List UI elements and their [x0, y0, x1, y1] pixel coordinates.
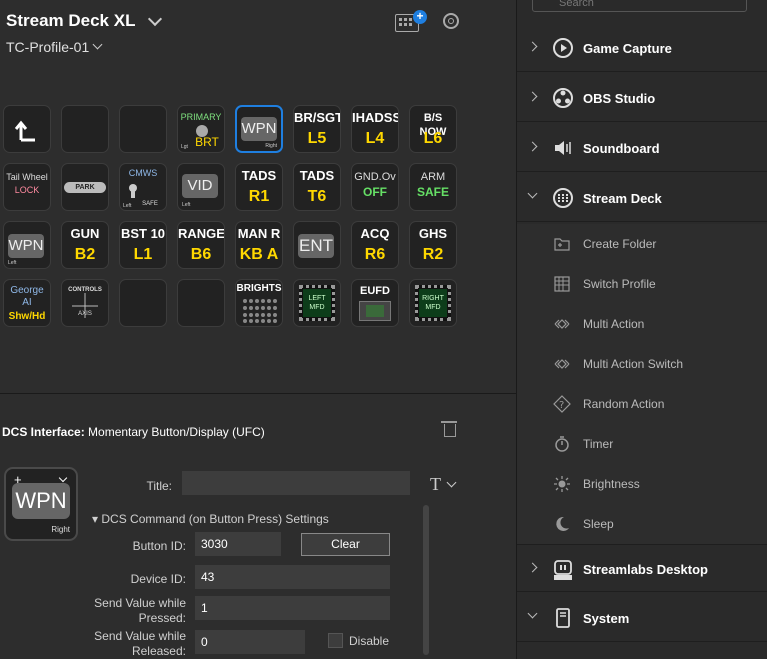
gear-icon[interactable] [443, 13, 459, 29]
key-ihadss[interactable]: IHADSS L4 [351, 105, 399, 153]
category-obs-studio[interactable]: OBS Studio [517, 74, 767, 122]
chevron-down-icon[interactable] [58, 473, 68, 483]
disable-checkbox[interactable] [328, 633, 343, 648]
add-badge-icon[interactable]: + [413, 10, 427, 24]
key-gun[interactable]: GUN B2 [61, 221, 109, 269]
key-primary-brt[interactable]: PRIMARY BRT Lgt [177, 105, 225, 153]
key-george-ai[interactable]: George AI Shw/Hd [3, 279, 51, 327]
action-sleep[interactable]: Sleep [517, 504, 767, 544]
actions-sidebar: Search Game Capture OBS Studio Soundboar… [516, 0, 767, 659]
button-id-label: Button ID: [132, 539, 186, 553]
key-tads-t6[interactable]: TADS T6 [293, 163, 341, 211]
action-create-folder[interactable]: Create Folder [517, 224, 767, 264]
inspector-title: DCS Interface: Momentary Button/Display … [2, 425, 265, 439]
trash-icon[interactable] [441, 421, 457, 437]
key-preview[interactable]: + WPN Right [4, 467, 78, 541]
svg-text:?: ? [559, 400, 564, 411]
multi-action-switch-icon [554, 359, 570, 369]
key-ent[interactable]: ENT [293, 221, 341, 269]
chevron-down-icon[interactable] [92, 39, 103, 50]
category-streamlabs[interactable]: Streamlabs Desktop [517, 544, 767, 592]
obs-icon [553, 88, 573, 108]
key-arm[interactable]: ARM SAFE [409, 163, 457, 211]
streamlabs-icon [554, 560, 572, 580]
key-tads-r1[interactable]: TADS R1 [235, 163, 283, 211]
key-brights[interactable]: BRIGHTS [235, 279, 283, 327]
category-soundboard[interactable]: Soundboard [517, 124, 767, 172]
key-br-sgt[interactable]: BR/SGT L5 [293, 105, 341, 153]
key-eufd[interactable]: EUFD [351, 279, 399, 327]
moon-icon [556, 516, 569, 531]
key-empty[interactable] [119, 105, 167, 153]
key-back[interactable] [3, 105, 51, 153]
action-multi-action[interactable]: Multi Action [517, 304, 767, 344]
section-header[interactable]: ▾ DCS Command (on Button Press) Settings [92, 512, 329, 526]
key-controls-axis[interactable]: CONTROLS AXIS [61, 279, 109, 327]
key-empty[interactable] [119, 279, 167, 327]
action-switch-profile[interactable]: Switch Profile [517, 264, 767, 304]
chevron-down-icon[interactable] [446, 477, 457, 488]
button-matrix-icon [243, 299, 277, 323]
category-game-capture[interactable]: Game Capture [517, 24, 767, 72]
key-ghs[interactable]: GHS R2 [409, 221, 457, 269]
brightness-icon [554, 476, 570, 492]
send-pressed-label: Send Value while Pressed: [94, 596, 186, 625]
play-circle-icon [553, 38, 573, 58]
key-gnd-ov[interactable]: GND.Ov OFF [351, 163, 399, 211]
divider [0, 393, 516, 394]
device-title[interactable]: Stream Deck XL [6, 11, 135, 31]
back-arrow-icon [14, 120, 35, 142]
timer-icon [555, 436, 569, 452]
key-empty[interactable] [177, 279, 225, 327]
device-id-input[interactable]: 43 [195, 565, 390, 589]
key-right-mfd[interactable]: RIGHT MFD [409, 279, 457, 327]
speaker-icon [555, 141, 571, 155]
key-vid[interactable]: VID Left [177, 163, 225, 211]
preview-label: WPN [12, 483, 70, 519]
key-left-mfd[interactable]: LEFT MFD [293, 279, 341, 327]
key-bs-now[interactable]: B/S NOW L6 [409, 105, 457, 153]
search-input[interactable]: Search [532, 0, 747, 12]
key-wpn-right[interactable]: WPN Right [235, 105, 283, 153]
send-released-label: Send Value while Released: [94, 629, 186, 658]
key-man-r[interactable]: MAN R KB A [235, 221, 283, 269]
category-system[interactable]: System [517, 594, 767, 642]
system-icon [556, 608, 570, 628]
device-id-label: Device ID: [130, 572, 186, 586]
key-empty[interactable] [61, 105, 109, 153]
button-id-input[interactable]: 3030 [195, 532, 281, 556]
action-brightness[interactable]: Brightness [517, 464, 767, 504]
text-format-icon[interactable]: T [430, 474, 441, 495]
action-multi-action-switch[interactable]: Multi Action Switch [517, 344, 767, 384]
send-pressed-input[interactable]: 1 [195, 596, 390, 620]
clear-button[interactable]: Clear [301, 533, 390, 556]
disable-label: Disable [349, 634, 390, 648]
key-wpn-left[interactable]: WPN Left [3, 221, 51, 269]
inspector-scrollbar[interactable] [422, 501, 430, 659]
title-label: Title: [146, 479, 172, 493]
action-timer[interactable]: Timer [517, 424, 767, 464]
key-bst10[interactable]: BST 10 L1 [119, 221, 167, 269]
chevron-down-icon[interactable] [147, 11, 163, 27]
folder-plus-icon [554, 238, 570, 251]
title-input[interactable] [182, 471, 410, 495]
stream-deck-icon [553, 188, 573, 208]
grid-icon [554, 276, 570, 292]
main-panel: Stream Deck XL TC-Profile-01 + PRIMARY B… [0, 0, 516, 659]
key-tail-wheel[interactable]: Tail Wheel LOCK [3, 163, 51, 211]
preview-sub: Right [51, 525, 70, 534]
key-cmws[interactable]: CMWS SAFE Left [119, 163, 167, 211]
key-range[interactable]: RANGE B6 [177, 221, 225, 269]
send-released-input[interactable]: 0 [195, 630, 305, 654]
multi-action-icon [554, 319, 570, 329]
action-random-action[interactable]: ? Random Action [517, 384, 767, 424]
key-park-brake[interactable]: PARK BRAKE [61, 163, 109, 211]
category-stream-deck[interactable]: Stream Deck [517, 174, 767, 222]
random-action-icon: ? [553, 395, 571, 413]
key-acq[interactable]: ACQ R6 [351, 221, 399, 269]
profile-selector[interactable]: TC-Profile-01 [6, 39, 89, 55]
